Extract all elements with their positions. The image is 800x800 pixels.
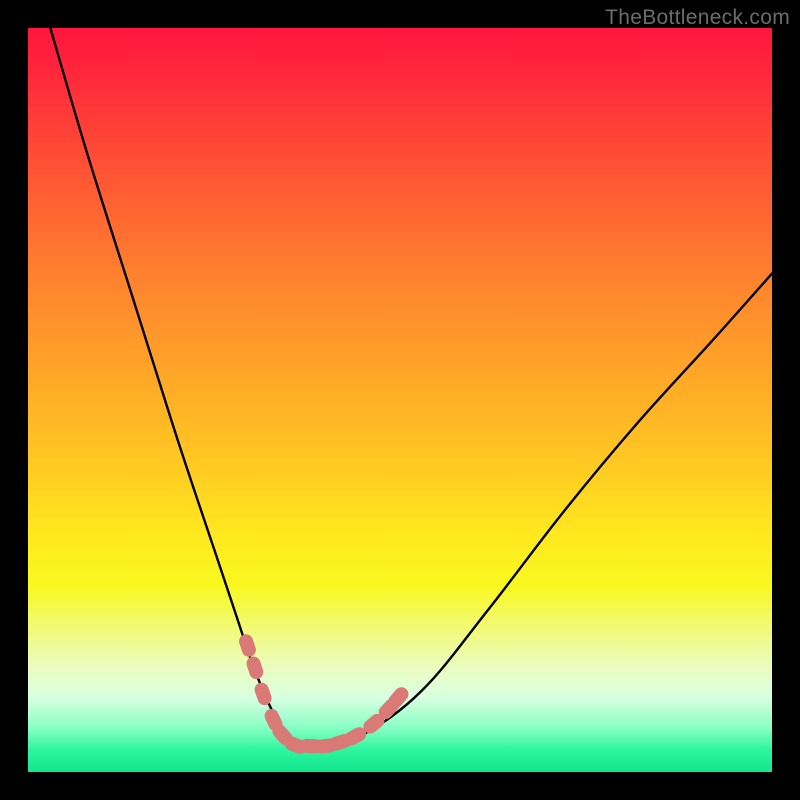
highlight-marker: [245, 655, 264, 680]
plot-area: [28, 28, 772, 772]
chart-frame: TheBottleneck.com: [0, 0, 800, 800]
highlight-marker: [238, 633, 257, 658]
highlight-marker: [253, 681, 273, 706]
highlight-markers: [238, 633, 411, 755]
bottleneck-curve: [50, 28, 772, 747]
curve-layer: [28, 28, 772, 772]
watermark-text: TheBottleneck.com: [605, 6, 790, 30]
